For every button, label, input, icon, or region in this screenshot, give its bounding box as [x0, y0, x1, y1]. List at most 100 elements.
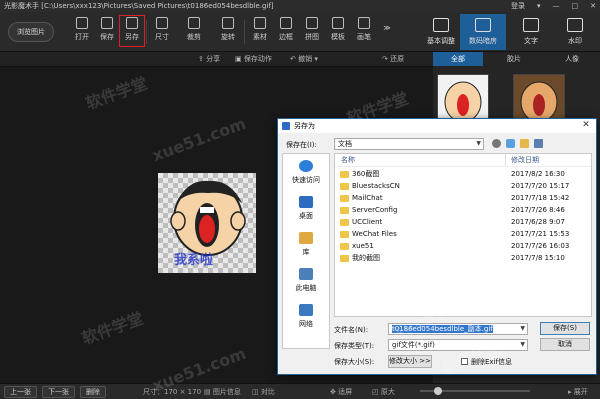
original-size-label: 原大: [380, 388, 395, 396]
undo-button[interactable]: ↶ 撤销 ▾: [290, 54, 318, 64]
place-network[interactable]: 网络: [283, 304, 329, 329]
dialog-close-icon[interactable]: ✕: [580, 120, 592, 132]
file-list[interactable]: 名称 修改日期 360截图 2017/8/2 16:30 BluestacksCN…: [334, 153, 592, 317]
back-icon[interactable]: [492, 139, 501, 148]
title-bar: 光影魔术手 [C:\Users\xxx123\Pictures\Saved Pi…: [0, 0, 600, 12]
file-name: 360截图: [352, 170, 380, 178]
list-item[interactable]: xue51 2017/7/26 16:03: [335, 241, 591, 252]
border-button[interactable]: 边框: [274, 16, 298, 46]
save-in-dropdown[interactable]: 文档 ▼: [334, 138, 484, 150]
next-image-button[interactable]: 下一张: [42, 386, 75, 398]
filesize-label: 保存大小(S):: [334, 358, 375, 366]
folder-icon: [340, 207, 349, 214]
tab-text-label: 文字: [524, 37, 538, 45]
folder-icon: [340, 243, 349, 250]
open-button[interactable]: 打开: [70, 16, 94, 46]
remove-exif-checkbox[interactable]: [461, 358, 468, 365]
save-as-label: 另存: [125, 33, 139, 41]
save-action-label: 保存动作: [243, 55, 272, 63]
places-sidebar: 快速访问 桌面 库 此电脑 网络: [282, 153, 330, 349]
star-icon: [299, 160, 313, 172]
image-size-text: 尺寸：170 × 170: [143, 388, 202, 396]
resize-button[interactable]: 尺寸: [150, 16, 174, 46]
view-menu-icon[interactable]: [534, 139, 543, 148]
place-this-pc-label: 此电脑: [295, 284, 317, 292]
browse-images-button[interactable]: 浏览图片: [8, 22, 54, 42]
place-network-label: 网络: [299, 320, 313, 328]
tab-text[interactable]: 文字: [508, 14, 554, 50]
place-desktop-label: 桌面: [299, 212, 313, 220]
fit-screen-button[interactable]: ✥ 适屏: [330, 387, 352, 397]
cancel-button[interactable]: 取消: [540, 338, 590, 351]
delete-image-button[interactable]: 删除: [80, 386, 106, 398]
up-folder-icon[interactable]: [506, 139, 515, 148]
material-icon: [254, 17, 266, 29]
zoom-slider[interactable]: [420, 387, 530, 395]
save-dialog-button[interactable]: 保存(S): [540, 322, 590, 335]
dialog-title-bar: 另存为 ✕: [278, 119, 596, 133]
camera-icon: [475, 18, 491, 32]
collage-button[interactable]: 拼图: [300, 16, 324, 46]
tab-digital-darkroom[interactable]: 数码暗房: [460, 14, 506, 50]
header-divider: [335, 166, 591, 167]
place-quick-access[interactable]: 快速访问: [283, 160, 329, 185]
filename-input[interactable]: t0186ed054besdlble_副本.gif ▼: [388, 323, 528, 335]
list-item[interactable]: BluestacksCN 2017/7/20 15:17: [335, 181, 591, 192]
image-info-label: 图片信息: [212, 388, 241, 396]
original-size-button[interactable]: ◰ 原大: [372, 387, 395, 397]
chevron-down-icon: ▼: [520, 325, 525, 332]
list-item[interactable]: MailChat 2017/7/18 15:42: [335, 193, 591, 204]
new-folder-icon[interactable]: [520, 139, 529, 148]
watermark-icon: [567, 18, 583, 32]
file-date: 2017/7/26 16:03: [511, 242, 570, 250]
brush-icon: [358, 17, 370, 29]
crop-button[interactable]: 裁剪: [182, 16, 206, 46]
rotate-button[interactable]: 旋转: [216, 16, 240, 46]
place-this-pc[interactable]: 此电脑: [283, 268, 329, 293]
save-as-button[interactable]: 另存: [119, 15, 145, 47]
status-bar: 上一张 下一张 删除 尺寸：170 × 170 ▤ 图片信息 ◫ 对比 ✥ 适屏…: [0, 383, 600, 399]
login-link[interactable]: 登录: [511, 0, 525, 12]
save-action-button[interactable]: ▣ 保存动作: [235, 54, 272, 64]
image-info-button[interactable]: ▤ 图片信息: [204, 387, 241, 397]
list-item[interactable]: 360截图 2017/8/2 16:30: [335, 169, 591, 180]
prev-image-button[interactable]: 上一张: [4, 386, 37, 398]
close-icon[interactable]: ✕: [590, 0, 596, 12]
share-button[interactable]: ⇪ 分享: [198, 54, 220, 64]
menu-icon[interactable]: ▾: [537, 0, 541, 12]
filetype-dropdown[interactable]: gif文件(*.gif) ▼: [388, 339, 528, 351]
place-library[interactable]: 库: [283, 232, 329, 257]
expand-button[interactable]: ▸ 展开: [568, 387, 588, 397]
dialog-app-icon: [282, 122, 290, 130]
material-button[interactable]: 素材: [248, 16, 272, 46]
open-label: 打开: [75, 33, 89, 41]
tab-watermark[interactable]: 水印: [552, 14, 598, 50]
minimize-icon[interactable]: —: [553, 0, 560, 12]
compare-button[interactable]: ◫ 对比: [252, 387, 275, 397]
tab-basic-adjust[interactable]: 基本调整: [418, 14, 464, 50]
more-tools-button[interactable]: ≫: [380, 24, 394, 54]
zoom-slider-handle[interactable]: [434, 387, 442, 395]
list-item[interactable]: UCClient 2017/6/28 9:07: [335, 217, 591, 228]
maximize-icon[interactable]: □: [572, 0, 579, 12]
folder-icon: [340, 183, 349, 190]
list-item[interactable]: 我的截图 2017/7/8 15:10: [335, 253, 591, 264]
brush-button[interactable]: 画笔: [352, 16, 376, 46]
save-button[interactable]: 保存: [95, 16, 119, 46]
template-button[interactable]: 模板: [326, 16, 350, 46]
column-header-date[interactable]: 修改日期: [511, 156, 539, 165]
redo-button[interactable]: ↷ 还原: [382, 54, 404, 64]
tab-all[interactable]: 全部: [433, 52, 483, 66]
column-header-name[interactable]: 名称: [341, 156, 355, 165]
place-desktop[interactable]: 桌面: [283, 196, 329, 221]
list-item[interactable]: WeChat Files 2017/7/21 15:53: [335, 229, 591, 240]
list-item[interactable]: ServerConfig 2017/7/26 8:46: [335, 205, 591, 216]
resize-dialog-button[interactable]: 修改大小 >>: [388, 355, 432, 368]
tab-portrait[interactable]: 人像: [545, 52, 599, 66]
file-date: 2017/8/2 16:30: [511, 170, 565, 178]
tab-film[interactable]: 胶片: [487, 52, 541, 66]
tab-basic-adjust-label: 基本调整: [427, 37, 455, 45]
file-name: MailChat: [352, 194, 383, 202]
file-date: 2017/7/21 15:53: [511, 230, 570, 238]
text-icon: [523, 18, 539, 32]
